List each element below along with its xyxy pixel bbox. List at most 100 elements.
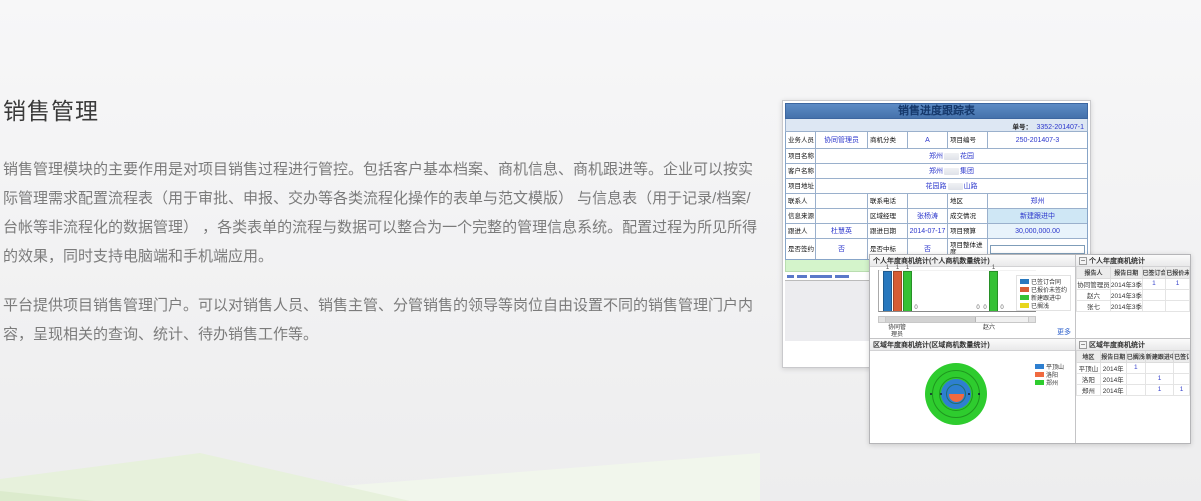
legend-swatch-icon [1020,303,1029,308]
zero-value-label: 0 [913,305,919,311]
table-cell [1126,384,1145,395]
column-header: 已搁浅 [1126,351,1145,362]
panel-region-chart: 区域年度商机统计(区域商机数量统计) 平顶山洛阳郑州 [870,339,1076,443]
zero-value-label: 0 [975,305,981,311]
bullseye-plot [924,362,988,426]
zero-value-label: 0 [982,305,988,311]
field-value-proj-no[interactable]: 250-201407-3 [988,132,1087,149]
field-value-cust-name[interactable]: 郑州集团 [816,164,1087,179]
column-header: 已签订合同 [1142,267,1166,278]
table-cell: 2014年3季度 [1110,300,1142,311]
table-cell [1126,373,1145,384]
form-title: 销售进度跟踪表 [785,103,1088,119]
sales-portal-screenshot: 个人年度商机统计(个人商机数量统计) 11100010 协同管 理员赵六 已签订… [869,254,1191,444]
field-value-follow-date[interactable]: 2014-07-17 [908,224,948,239]
nav-link[interactable] [810,275,832,278]
address-pre: 花园路 [926,181,947,191]
decorative-green-shapes [0,441,1201,501]
table-cell: 2014年3季度 [1110,278,1142,289]
doc-no-label: 单号： [1013,124,1033,131]
portal-paragraph: 平台提供项目销售管理门户。可以对销售人员、销售主管、分管销售的领导等岗位自由设置… [3,291,758,349]
progress-input[interactable] [990,245,1085,254]
field-value-contact[interactable] [816,194,868,209]
column-header: 新建跟进中 [1145,351,1173,362]
bar-chart-x-labels: 协同管 理员 赵六 [878,325,1036,339]
table-cell[interactable]: 1 [1145,373,1173,384]
field-value-deal[interactable]: 新建跟进中 [988,209,1087,224]
nav-link[interactable] [835,275,849,278]
field-value-address[interactable]: 花园路 山路 [816,179,1087,194]
bar-已报价未签约[interactable]: 1 [893,271,902,311]
field-label-manager: 区域经理 [868,209,908,224]
table-cell [1166,300,1190,311]
column-header: 已报价未签约 [1166,267,1190,278]
personal-stats-table: 报告人报告日期已签订合同已报价未签约协同管理员2014年3季度11赵六2014年… [1076,267,1190,312]
field-value-budget[interactable]: 30,000,000.00 [988,224,1087,239]
field-value-person[interactable]: 协同管理员 [816,132,868,149]
scroll-right-arrow-icon[interactable] [1028,317,1035,322]
table-cell [1142,300,1166,311]
more-link[interactable]: 更多 [1057,327,1071,337]
bar-新建跟进中[interactable]: 1 [989,271,998,311]
field-value-follower[interactable]: 杜慧英 [816,224,868,239]
table-cell[interactable]: 1 [1126,362,1145,373]
doc-no-value[interactable]: 3352-201407-1 [1037,124,1085,131]
bar-chart-legend: 已签订合同已报价未签约新建跟进中已搁浅 [1016,275,1071,311]
axis-tick-dot [968,393,970,395]
censored-region [944,153,959,160]
table-cell[interactable]: 1 [1145,384,1173,395]
bar-chart: 11100010 协同管 理员赵六 已签订合同已报价未签约新建跟进中已搁浅 更多 [870,267,1075,338]
legend-item: 平顶山 [1035,363,1064,369]
legend-swatch-icon [1035,372,1044,377]
table-cell[interactable]: 1 [1174,384,1190,395]
axis-tick-dot [940,393,942,395]
region-stats-table: 地区报告日期已搁浅新建跟进中已签订合同平顶山2014年1洛阳2014年1郑州20… [1076,351,1190,396]
field-label-follow-date: 跟进日期 [868,224,908,239]
table-cell [1174,362,1190,373]
field-value-source[interactable] [816,209,868,224]
nav-link[interactable] [787,275,794,278]
field-label-category: 商机分类 [868,132,908,149]
scrollbar-thumb[interactable] [886,317,976,322]
field-label-proj-no: 项目编号 [948,132,988,149]
doc-no-row: 单号： 3352-201407-1 [785,119,1088,132]
bar-新建跟进中[interactable]: 1 [903,271,912,311]
legend-item: 已搁浅 [1020,302,1067,308]
x-axis-label: 赵六 [972,325,1006,332]
panel-personal-table: − 个人年度商机统计 报告人报告日期已签订合同已报价未签约协同管理员2014年3… [1076,255,1190,339]
bar-已签订合同[interactable]: 1 [883,271,892,311]
field-value-region[interactable]: 郑州 [988,194,1087,209]
address-post: 山路 [964,181,978,191]
bar-value-label: 1 [896,265,899,271]
intro-paragraph: 销售管理模块的主要作用是对项目销售过程进行管控。包括客户基本档案、商机信息、商机… [3,155,758,271]
column-header: 地区 [1077,351,1101,362]
table-row: 洛阳2014年1 [1077,373,1190,384]
field-value-category[interactable]: A [908,132,948,149]
panel-personal-chart-header: 个人年度商机统计(个人商机数量统计) [870,255,1075,267]
field-label-contact: 联系人 [786,194,816,209]
table-cell[interactable]: 1 [1166,278,1190,289]
field-value-signed[interactable]: 否 [816,239,868,259]
field-label-source: 信息来源 [786,209,816,224]
table-cell[interactable]: 1 [1142,278,1166,289]
x-axis-label: 协同管 理员 [880,325,914,338]
zero-value-label: 0 [999,305,1005,311]
bar-group: 0010 [975,271,1005,311]
legend-item: 已报价未签约 [1020,286,1067,292]
column-header: 已签订合同 [1174,351,1190,362]
field-value-proj-name[interactable]: 郑州花园 [816,149,1087,164]
table-cell: 2014年 [1100,384,1126,395]
collapse-icon[interactable]: − [1079,341,1087,349]
field-value-manager[interactable]: 张杨涛 [908,209,948,224]
collapse-icon[interactable]: − [1079,257,1087,265]
chart-horizontal-scrollbar[interactable] [878,316,1036,323]
field-label-person: 业务人员 [786,132,816,149]
field-value-phone[interactable] [908,194,948,209]
bar-value-label: 1 [906,265,909,271]
proj-name-post: 花园 [960,151,974,161]
scroll-left-arrow-icon[interactable] [879,317,886,322]
nav-link[interactable] [797,275,807,278]
table-row: 郑州2014年11 [1077,384,1190,395]
table-cell [1166,289,1190,300]
table-row: 协同管理员2014年3季度11 [1077,278,1190,289]
